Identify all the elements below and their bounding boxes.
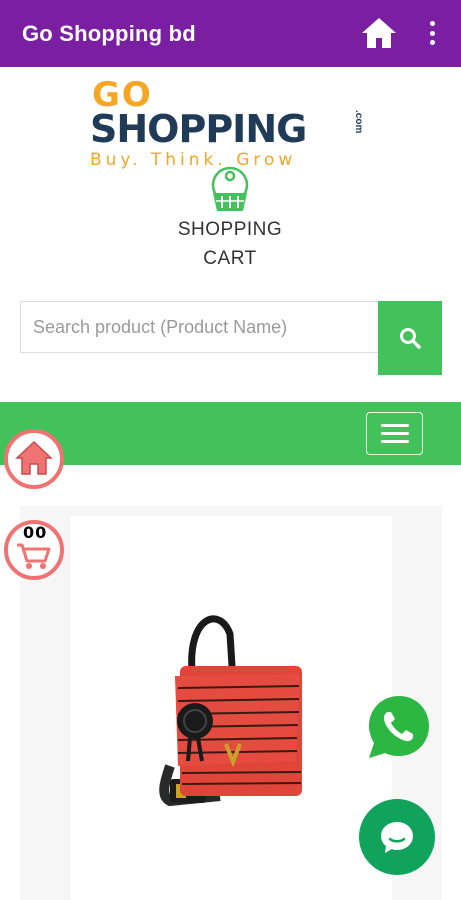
shopping-basket-icon [211,166,249,211]
cart-label-line2: CART [203,248,257,269]
whatsapp-icon[interactable] [364,692,434,762]
search-icon [400,328,421,349]
shopping-cart-link[interactable]: SHOPPING CART [150,165,310,273]
nav-bar [0,402,461,465]
app-title: Go Shopping bd [22,20,196,46]
more-vert-icon[interactable] [424,18,440,48]
cart-label-line1: SHOPPING [177,219,283,240]
red-handbag-image[interactable] [70,516,392,900]
floating-home-button[interactable] [3,428,65,490]
chat-button[interactable] [359,799,435,875]
logo-shopping-text: SHOPPING [90,107,307,151]
home-icon[interactable] [360,16,398,50]
logo-com-text: .com [353,110,364,134]
search-button[interactable] [378,301,442,375]
site-logo[interactable]: GO SHOPPING .com Buy. Think. Grow [90,76,390,176]
search-input[interactable] [20,301,379,353]
app-bar: Go Shopping bd [0,0,461,67]
hamburger-menu-icon[interactable] [366,412,423,455]
chat-bubble-icon [381,822,413,853]
cart-count-badge: 00 [23,523,48,542]
